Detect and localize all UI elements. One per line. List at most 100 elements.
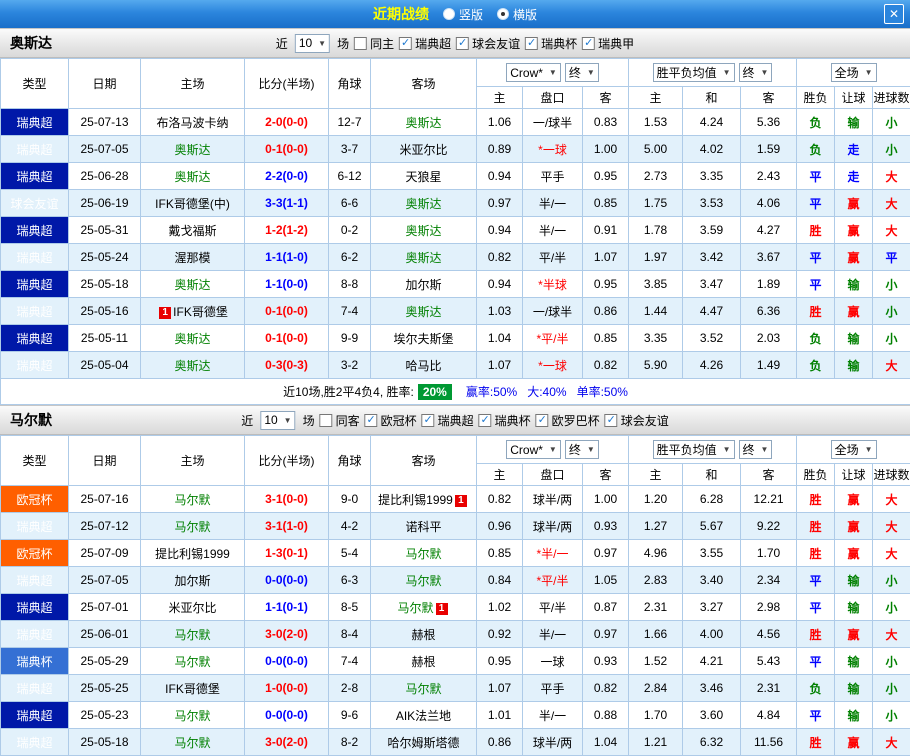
home-team-name[interactable]: 马尔默 <box>174 520 210 534</box>
away-team[interactable]: 米亚尔比 <box>371 136 477 163</box>
home-team[interactable]: 奥斯达 <box>141 352 245 379</box>
checkbox-icon[interactable]: ✓ <box>456 37 469 50</box>
away-team[interactable]: 奥斯达 <box>371 298 477 325</box>
away-team[interactable]: 赫根 <box>371 621 477 648</box>
scope-select[interactable]: 全场▼ <box>831 63 877 82</box>
home-team-name[interactable]: 马尔默 <box>174 709 210 723</box>
home-team[interactable]: 马尔默 <box>141 621 245 648</box>
home-team[interactable]: 1IFK哥德堡 <box>141 298 245 325</box>
checkbox-icon[interactable]: ✓ <box>605 414 618 427</box>
home-team-name[interactable]: 渥那模 <box>174 251 210 265</box>
filter-checkbox-2[interactable]: ✓球会友谊 <box>456 35 520 52</box>
checkbox-icon[interactable]: ✓ <box>365 414 378 427</box>
home-team-name[interactable]: 马尔默 <box>174 493 210 507</box>
home-team[interactable]: 渥那模 <box>141 244 245 271</box>
scope-select[interactable]: 全场▼ <box>831 440 877 459</box>
home-team-name[interactable]: 米亚尔比 <box>168 601 216 615</box>
final-select[interactable]: 终▼ <box>565 440 599 459</box>
away-team[interactable]: 天狼星 <box>371 163 477 190</box>
away-team-name[interactable]: 埃尔夫斯堡 <box>393 332 453 346</box>
home-team[interactable]: 奥斯达 <box>141 325 245 352</box>
filter-checkbox-5[interactable]: ✓球会友谊 <box>605 412 669 429</box>
home-team[interactable]: IFK哥德堡 <box>141 675 245 702</box>
away-team-name[interactable]: 哈马比 <box>405 359 441 373</box>
avg-select[interactable]: 胜平负均值▼ <box>653 440 735 459</box>
home-team-name[interactable]: 奥斯达 <box>174 143 210 157</box>
away-team[interactable]: 奥斯达 <box>371 190 477 217</box>
filter-checkbox-2[interactable]: ✓瑞典超 <box>422 412 474 429</box>
filter-checkbox-3[interactable]: ✓瑞典杯 <box>479 412 531 429</box>
home-team[interactable]: 米亚尔比 <box>141 594 245 621</box>
home-team-name[interactable]: 奥斯达 <box>174 170 210 184</box>
away-team-name[interactable]: 米亚尔比 <box>399 143 447 157</box>
away-team-name[interactable]: 奥斯达 <box>405 305 441 319</box>
away-team-name[interactable]: 加尔斯 <box>405 278 441 292</box>
filter-checkbox-4[interactable]: ✓欧罗巴杯 <box>536 412 600 429</box>
checkbox-icon[interactable]: ✓ <box>399 37 412 50</box>
home-team-name[interactable]: 奥斯达 <box>174 332 210 346</box>
home-team[interactable]: 奥斯达 <box>141 163 245 190</box>
away-team-name[interactable]: 马尔默 <box>405 682 441 696</box>
away-team[interactable]: 提比利锡19991 <box>371 486 477 513</box>
final-select[interactable]: 终▼ <box>565 63 599 82</box>
away-team[interactable]: AIK法兰地 <box>371 702 477 729</box>
checkbox-icon[interactable] <box>320 414 333 427</box>
away-team-name[interactable]: 赫根 <box>411 655 435 669</box>
away-team[interactable]: 奥斯达 <box>371 244 477 271</box>
home-team[interactable]: 奥斯达 <box>141 136 245 163</box>
away-team-name[interactable]: 奥斯达 <box>405 224 441 238</box>
away-team[interactable]: 赫根 <box>371 648 477 675</box>
checkbox-icon[interactable]: ✓ <box>479 414 492 427</box>
match-count-select[interactable]: 10▼ <box>260 411 295 430</box>
odds-source-select[interactable]: Crow*▼ <box>506 440 561 459</box>
home-team-name[interactable]: 马尔默 <box>174 655 210 669</box>
away-team-name[interactable]: 赫根 <box>411 628 435 642</box>
away-team[interactable]: 哈尔姆斯塔德 <box>371 729 477 756</box>
away-team-name[interactable]: 提比利锡1999 <box>378 493 453 507</box>
away-team-name[interactable]: 马尔默 <box>397 601 433 615</box>
away-team-name[interactable]: 天狼星 <box>405 170 441 184</box>
radio-icon[interactable] <box>497 8 509 20</box>
match-count-select[interactable]: 10▼ <box>295 34 330 53</box>
filter-checkbox-1[interactable]: ✓欧冠杯 <box>365 412 417 429</box>
filter-checkbox-0[interactable]: 同客 <box>320 412 360 429</box>
filter-checkbox-4[interactable]: ✓瑞典甲 <box>582 35 634 52</box>
home-team-name[interactable]: 戴戈福斯 <box>168 224 216 238</box>
away-team-name[interactable]: AIK法兰地 <box>396 709 451 723</box>
home-team-name[interactable]: 马尔默 <box>174 628 210 642</box>
away-team-name[interactable]: 奥斯达 <box>405 251 441 265</box>
home-team[interactable]: 马尔默 <box>141 513 245 540</box>
away-team[interactable]: 加尔斯 <box>371 271 477 298</box>
final-select-2[interactable]: 终▼ <box>739 63 773 82</box>
home-team-name[interactable]: 布洛马波卡纳 <box>156 116 228 130</box>
checkbox-icon[interactable]: ✓ <box>525 37 538 50</box>
home-team[interactable]: 奥斯达 <box>141 271 245 298</box>
home-team-name[interactable]: 马尔默 <box>174 736 210 750</box>
away-team-name[interactable]: 奥斯达 <box>405 197 441 211</box>
checkbox-icon[interactable]: ✓ <box>536 414 549 427</box>
away-team[interactable]: 马尔默 <box>371 540 477 567</box>
away-team-name[interactable]: 诺科平 <box>405 520 441 534</box>
home-team[interactable]: 马尔默 <box>141 486 245 513</box>
away-team[interactable]: 奥斯达 <box>371 109 477 136</box>
checkbox-icon[interactable]: ✓ <box>422 414 435 427</box>
filter-checkbox-1[interactable]: ✓瑞典超 <box>399 35 451 52</box>
radio-icon[interactable] <box>443 8 455 20</box>
filter-checkbox-3[interactable]: ✓瑞典杯 <box>525 35 577 52</box>
away-team[interactable]: 马尔默 <box>371 567 477 594</box>
away-team[interactable]: 诺科平 <box>371 513 477 540</box>
away-team[interactable]: 哈马比 <box>371 352 477 379</box>
away-team-name[interactable]: 哈尔姆斯塔德 <box>387 736 459 750</box>
away-team[interactable]: 马尔默1 <box>371 594 477 621</box>
away-team-name[interactable]: 奥斯达 <box>405 116 441 130</box>
layout-radio-horizontal[interactable]: 横版 <box>497 6 537 23</box>
home-team-name[interactable]: 提比利锡1999 <box>155 547 230 561</box>
away-team[interactable]: 奥斯达 <box>371 217 477 244</box>
final-select-2[interactable]: 终▼ <box>739 440 773 459</box>
home-team-name[interactable]: 奥斯达 <box>174 359 210 373</box>
home-team[interactable]: IFK哥德堡(中) <box>141 190 245 217</box>
home-team-name[interactable]: IFK哥德堡 <box>173 305 228 319</box>
home-team[interactable]: 戴戈福斯 <box>141 217 245 244</box>
checkbox-icon[interactable]: ✓ <box>582 37 595 50</box>
away-team-name[interactable]: 马尔默 <box>405 547 441 561</box>
